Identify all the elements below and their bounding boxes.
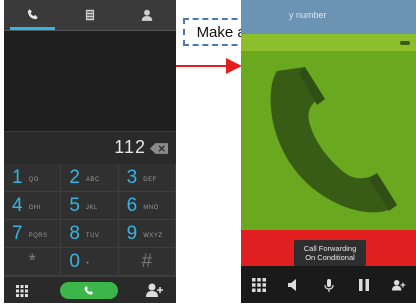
call-status-bar: [241, 34, 416, 51]
phone-icon: [84, 285, 93, 295]
add-contact-icon[interactable]: [146, 283, 164, 297]
call-forwarding-toast: Call Forwarding On Conditional: [294, 240, 366, 266]
in-call-screen: y number Call Forwarding On Conditional: [241, 0, 416, 303]
key-0[interactable]: 0 +: [61, 248, 119, 276]
dialpad-button[interactable]: [249, 275, 269, 295]
dial-keypad: 1 QO 2 ABC 3 DEF 4 GHI 5 JKL 6 MNO 7 PQRS 8 TUV …: [4, 164, 176, 276]
tab-call-log[interactable]: [61, 0, 118, 30]
key-2[interactable]: 2 ABC: [61, 164, 119, 192]
add-contact-icon: [391, 279, 405, 290]
tab-phone[interactable]: [4, 0, 61, 30]
dialpad-icon: [251, 277, 266, 292]
key-9[interactable]: 9 WXYZ: [118, 220, 176, 248]
backspace-icon[interactable]: [150, 143, 168, 154]
microphone-icon: [323, 278, 334, 292]
caller-header: y number: [241, 0, 416, 34]
key-3[interactable]: 3 DEF: [118, 164, 176, 192]
key-hash[interactable]: #: [118, 248, 176, 276]
key-6[interactable]: 6 MNO: [118, 192, 176, 220]
call-button[interactable]: [60, 282, 118, 299]
add-call-button[interactable]: [389, 275, 409, 295]
key-star[interactable]: *: [4, 248, 62, 276]
in-call-controls: [241, 266, 416, 303]
dialer-display: [4, 31, 176, 131]
arrow-icon: [176, 58, 242, 74]
key-5[interactable]: 5 JKL: [61, 192, 119, 220]
tab-contacts[interactable]: [119, 0, 176, 30]
handset-icon: [270, 67, 397, 213]
key-7[interactable]: 7 PQRS: [4, 220, 62, 248]
toast-line-1: Call Forwarding: [303, 244, 357, 253]
number-field[interactable]: 112: [4, 131, 176, 164]
dialpad-icon[interactable]: [16, 285, 28, 297]
call-log-icon: [85, 9, 95, 21]
pause-icon: [358, 278, 369, 291]
phone-icon: [27, 9, 38, 20]
caller-number-hint: y number: [289, 10, 327, 20]
contacts-icon: [142, 9, 153, 21]
overflow-indicator: [400, 41, 410, 45]
toast-line-2: On Conditional: [305, 253, 355, 262]
key-4[interactable]: 4 GHI: [4, 192, 62, 220]
speaker-button[interactable]: [284, 275, 304, 295]
entered-number: 112: [114, 137, 146, 157]
key-1[interactable]: 1 QO: [4, 164, 62, 192]
caller-photo: [241, 51, 416, 230]
mute-button[interactable]: [319, 275, 339, 295]
hold-button[interactable]: [354, 275, 374, 295]
speaker-icon: [287, 278, 296, 291]
dialer-action-bar: [4, 276, 176, 303]
dialer-screen: 112 1 QO 2 ABC 3 DEF 4 GHI 5 JKL 6 MNO 7 PQRS 8…: [4, 0, 176, 303]
key-8[interactable]: 8 TUV: [61, 220, 119, 248]
dialer-tabs: [4, 0, 176, 30]
